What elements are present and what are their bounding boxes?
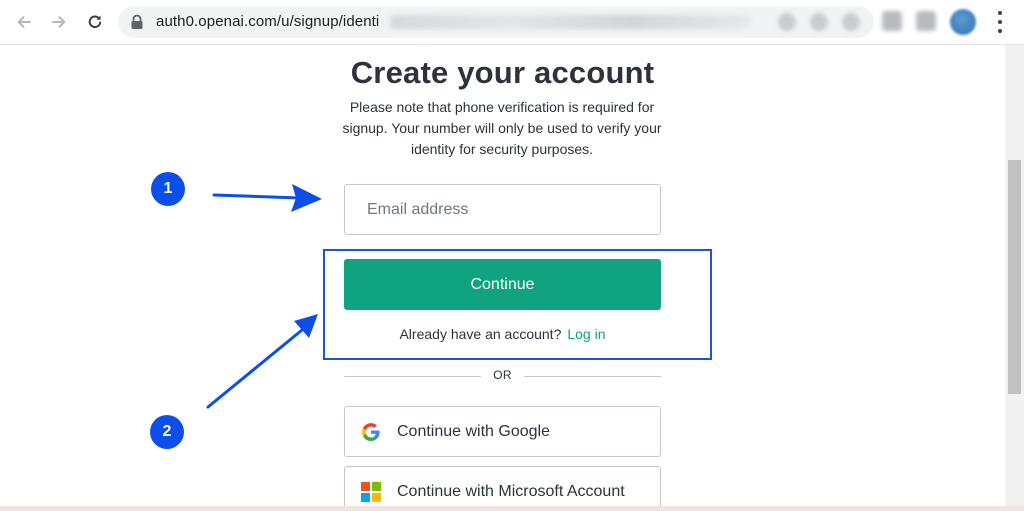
bottom-edge [0, 506, 1024, 511]
arrow-diagonal-annotation [206, 328, 304, 409]
arrow-right-annotation [212, 193, 302, 200]
step-2-badge: 2 [150, 415, 184, 449]
scrollbar-thumb[interactable] [1008, 160, 1021, 394]
browser-window: auth0.openai.com/u/signup/identi Create … [0, 0, 1024, 511]
scrollbar[interactable] [1005, 45, 1024, 511]
step-1-badge: 1 [151, 172, 185, 206]
